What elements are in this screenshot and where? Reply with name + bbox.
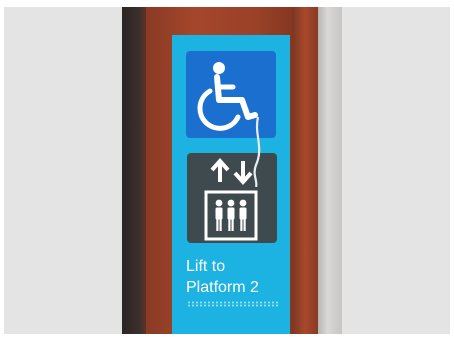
door-edge xyxy=(122,7,146,334)
wooden-post xyxy=(292,7,318,334)
sign-line-1: Lift to xyxy=(186,258,226,275)
photo: Lift to Platform 2 xyxy=(122,7,342,334)
wire xyxy=(253,117,261,187)
image-frame: Lift to Platform 2 xyxy=(4,7,450,334)
sign-line-2: Platform 2 xyxy=(186,279,259,296)
braille-strip xyxy=(187,301,279,307)
sign-text: Lift to Platform 2 xyxy=(186,256,286,298)
lift-people-icon xyxy=(204,190,258,241)
steel-door xyxy=(318,7,342,334)
